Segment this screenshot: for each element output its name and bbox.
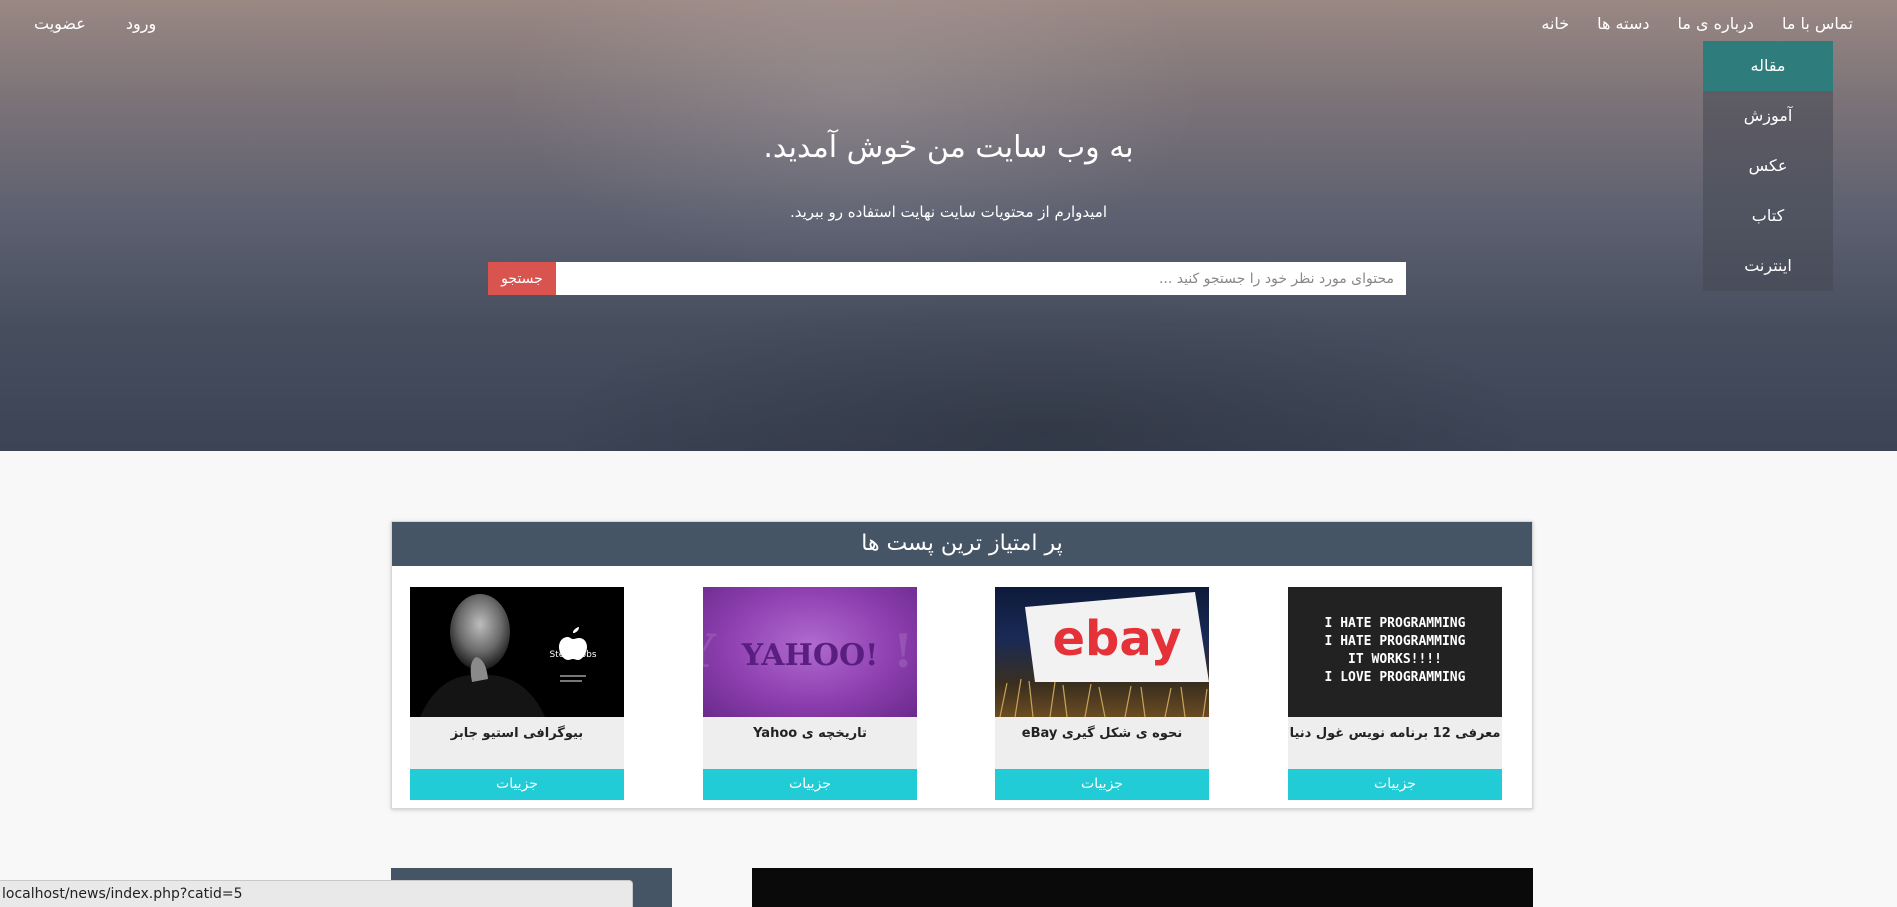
meme-line-2: I HATE PROGRAMMING [1325, 634, 1466, 649]
nav-item-about[interactable]: درباره ی ما [1664, 10, 1768, 37]
svg-text:!: ! [893, 624, 913, 678]
panel-title: پر امتیاز ترین پست ها [392, 522, 1532, 566]
yahoo-logo-graphic: Y ! YAHOO! [703, 624, 913, 678]
categories-dropdown: مقاله آموزش عکس کتاب اینترنت [1703, 41, 1833, 291]
post-card-title[interactable]: تاریخچه ی Yahoo [703, 717, 917, 767]
hero-subtitle: امیدوارم از محتویات سایت نهایت استفاده ر… [789, 203, 1108, 221]
dropdown-item-tutorials[interactable]: آموزش [1703, 91, 1833, 141]
nav-item-home[interactable]: خانه [1527, 10, 1583, 37]
programming-meme-graphic: I HATE PROGRAMMING I HATE PROGRAMMING IT… [1325, 616, 1466, 685]
programming-meme-image[interactable]: I HATE PROGRAMMING I HATE PROGRAMMING IT… [1288, 587, 1502, 717]
details-button[interactable]: جزییات [410, 769, 624, 800]
post-card-title[interactable]: بیوگرافی استیو جابز [410, 717, 624, 767]
hero-title: به وب سایت من خوش آمدید. [763, 130, 1134, 165]
svg-text:Y: Y [703, 624, 717, 678]
steve-jobs-portrait-graphic: Steve Jobs [410, 587, 624, 717]
auth-links: عضویت ورود [28, 10, 162, 37]
register-link[interactable]: عضویت [28, 10, 92, 37]
post-card-programmers[interactable]: I HATE PROGRAMMING I HATE PROGRAMMING IT… [1288, 587, 1502, 800]
browser-status-bar: localhost/news/index.php?catid=5 [0, 880, 633, 907]
yahoo-logo-image[interactable]: Y ! YAHOO! [703, 587, 917, 717]
dropdown-item-photos[interactable]: عکس [1703, 141, 1833, 191]
post-cards: Steve Jobs بیوگرافی استیو جابز جزییات Y … [410, 587, 1516, 800]
hero-banner: خانه دسته ها درباره ی ما تماس با ما عضوی… [0, 0, 1897, 451]
nav-item-contact[interactable]: تماس با ما [1768, 10, 1867, 37]
featured-video-panel [752, 868, 1533, 907]
meme-line-3: IT WORKS!!!! [1348, 652, 1442, 667]
details-button[interactable]: جزییات [1288, 769, 1502, 800]
ebay-sign-graphic: ebay [999, 592, 1209, 717]
dropdown-item-internet[interactable]: اینترنت [1703, 241, 1833, 291]
top-posts-panel: پر امتیاز ترین پست ها Steve Jobs بیوگراف… [391, 521, 1533, 809]
search-input[interactable] [556, 262, 1406, 295]
ebay-image-label: ebay [1052, 611, 1181, 667]
nav-item-categories[interactable]: دسته ها [1583, 10, 1663, 37]
ebay-sign-image[interactable]: ebay [995, 587, 1209, 717]
search-button[interactable]: جستجو [488, 262, 556, 295]
post-card-title[interactable]: نحوه ی شکل گیری eBay [995, 717, 1209, 767]
search-bar: جستجو [488, 262, 1406, 295]
steve-jobs-image-label: Steve Jobs [549, 650, 596, 660]
post-card-jobs[interactable]: Steve Jobs بیوگرافی استیو جابز جزییات [410, 587, 624, 800]
steve-jobs-portrait-image[interactable]: Steve Jobs [410, 587, 624, 717]
main-nav: خانه دسته ها درباره ی ما تماس با ما [1527, 10, 1867, 37]
meme-line-4: I LOVE PROGRAMMING [1325, 670, 1466, 685]
dropdown-item-articles[interactable]: مقاله [1703, 41, 1833, 91]
meme-line-1: I HATE PROGRAMMING [1325, 616, 1466, 631]
dropdown-item-books[interactable]: کتاب [1703, 191, 1833, 241]
post-card-ebay[interactable]: ebay نحوه ی شکل گیری eBay جزییات [995, 587, 1209, 800]
post-card-title[interactable]: معرفی 12 برنامه نویس غول دنیا [1288, 717, 1502, 767]
login-link[interactable]: ورود [120, 10, 162, 37]
details-button[interactable]: جزییات [995, 769, 1209, 800]
post-card-yahoo[interactable]: Y ! YAHOO! تاریخچه ی Yahoo جزییات [703, 587, 917, 800]
details-button[interactable]: جزییات [703, 769, 917, 800]
yahoo-image-label: YAHOO! [741, 638, 879, 673]
